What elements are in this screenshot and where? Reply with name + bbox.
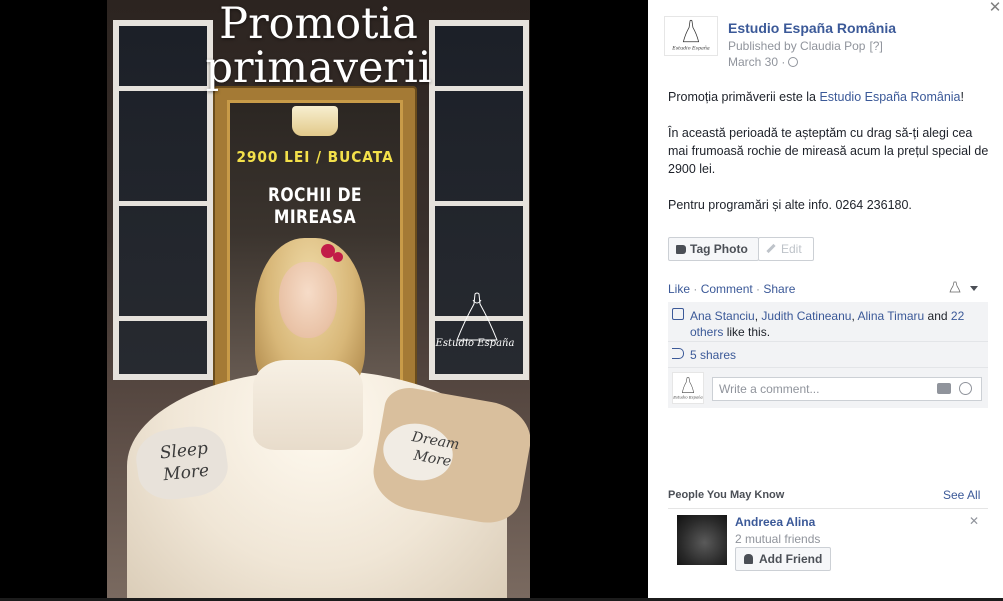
- likes-suffix: like this.: [723, 325, 771, 339]
- pymk-mutual-friends[interactable]: 2 mutual friends: [735, 532, 820, 546]
- edit-label: Edit: [781, 242, 802, 256]
- feedback-box: Ana Stanciu, Judith Catineanu, Alina Tim…: [668, 302, 988, 408]
- edit-button[interactable]: Edit: [758, 237, 814, 261]
- commenter-avatar: Estudio España: [672, 372, 704, 404]
- flower: [333, 252, 343, 262]
- post-date-text[interactable]: March 30 ·: [728, 55, 785, 69]
- dismiss-icon[interactable]: ✕: [969, 514, 979, 528]
- shares-link[interactable]: 5 shares: [690, 348, 736, 362]
- bride-bodice: [253, 360, 363, 450]
- svg-text:Estudio España: Estudio España: [673, 395, 703, 399]
- bride-face: [279, 262, 337, 338]
- liker-link[interactable]: Ana Stanciu: [690, 309, 755, 323]
- tag-icon: [676, 245, 686, 254]
- published-by-text: Published by Claudia Pop: [728, 39, 866, 53]
- pencil-icon: [766, 243, 776, 254]
- liker-link[interactable]: Judith Catineanu: [761, 309, 851, 323]
- add-friend-button[interactable]: Add Friend: [735, 547, 831, 571]
- post-text-1: Promoția primăverii este la: [668, 90, 820, 104]
- see-all-link[interactable]: See All: [943, 488, 980, 502]
- smiley-icon[interactable]: [959, 382, 972, 395]
- published-by: Published by Claudia Pop [?]: [728, 39, 883, 53]
- pymk-name-link[interactable]: Andreea Alina: [735, 515, 815, 529]
- page-voice-icon[interactable]: [944, 280, 966, 296]
- promo-dress-label: ROCHII DE MIREASA: [267, 184, 362, 228]
- share-link[interactable]: Share: [763, 282, 795, 296]
- page-mention-link[interactable]: Estudio España România: [819, 90, 960, 104]
- comment-link[interactable]: Comment: [701, 282, 753, 296]
- add-friend-label: Add Friend: [759, 552, 823, 566]
- comment-row: Estudio España Write a comment...: [668, 368, 988, 408]
- pymk-avatar[interactable]: [677, 515, 727, 565]
- promo-photo[interactable]: Promotia primaverii 2900 LEI / BUCATA RO…: [107, 0, 530, 598]
- add-friend-icon: [744, 554, 753, 564]
- pymk-divider: [668, 508, 988, 509]
- published-help-link[interactable]: [?]: [869, 39, 882, 53]
- dropdown-caret-icon[interactable]: [970, 286, 978, 291]
- liker-link[interactable]: Alina Timaru: [857, 309, 924, 323]
- post-text-paragraph-3: Pentru programări și alte info. 0264 236…: [668, 198, 912, 212]
- action-separator: ·: [752, 282, 764, 296]
- photo-stage: Promotia primaverii 2900 LEI / BUCATA RO…: [0, 0, 648, 601]
- tag-photo-label: Tag Photo: [690, 242, 748, 256]
- svg-text:Estudio España: Estudio España: [671, 44, 710, 51]
- likers-and: and: [924, 309, 951, 323]
- like-link[interactable]: Like: [668, 282, 690, 296]
- post-actions: Like · Comment · Share: [668, 282, 795, 296]
- likes-sentence: Ana Stanciu, Judith Catineanu, Alina Tim…: [690, 308, 984, 340]
- post-text-paragraph-1: Promoția primăverii este la Estudio Espa…: [668, 88, 993, 106]
- page-name-link[interactable]: Estudio España România: [728, 20, 896, 36]
- promo-price: 2900 LEI / BUCATA: [236, 148, 394, 166]
- promo-title: Promotia primaverii: [107, 2, 530, 90]
- lamp: [292, 106, 338, 136]
- tag-photo-button[interactable]: Tag Photo: [668, 237, 759, 261]
- globe-icon[interactable]: [788, 57, 799, 67]
- camera-icon[interactable]: [937, 383, 951, 394]
- shares-row: 5 shares: [668, 342, 988, 368]
- post-text-1-end: !: [960, 90, 964, 104]
- post-date[interactable]: March 30 ·: [728, 55, 799, 69]
- promo-title-line2: primaverii: [205, 43, 432, 93]
- comment-placeholder: Write a comment...: [719, 382, 820, 396]
- thumbs-up-icon: [672, 308, 684, 320]
- pymk-heading: People You May Know: [668, 489, 785, 501]
- photo-viewer: Promotia primaverii 2900 LEI / BUCATA RO…: [0, 0, 1003, 601]
- promo-title-line1: Promotia: [219, 0, 418, 49]
- pillow-left-text: Sleep More: [143, 436, 227, 488]
- post-text-paragraph-2: În această perioadă te așteptăm cu drag …: [668, 126, 989, 176]
- likes-row: Ana Stanciu, Judith Catineanu, Alina Tim…: [668, 302, 988, 342]
- brand-watermark: Estudio España: [435, 338, 515, 349]
- action-separator: ·: [690, 282, 701, 296]
- share-icon: [672, 348, 684, 359]
- page-avatar[interactable]: Estudio España: [664, 16, 718, 56]
- comment-input[interactable]: Write a comment...: [712, 377, 982, 401]
- close-icon[interactable]: ✕: [987, 0, 1003, 16]
